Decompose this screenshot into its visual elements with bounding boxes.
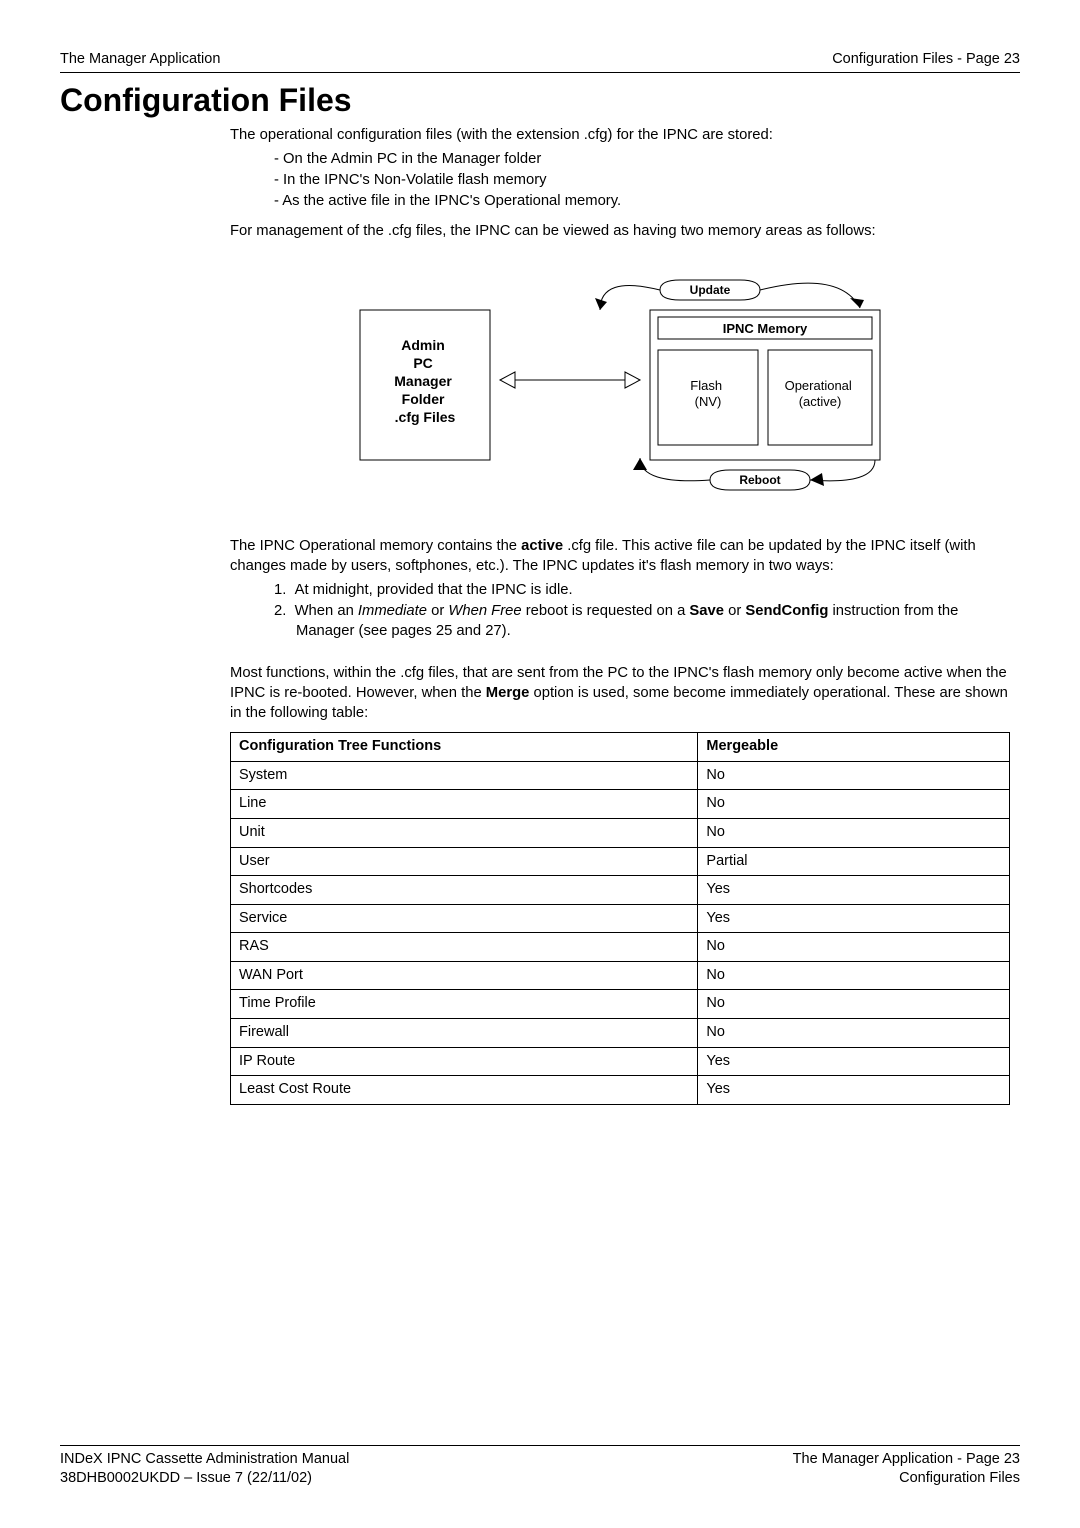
- mgmt-para: For management of the .cfg files, the IP…: [230, 222, 1010, 242]
- list-item: 1. At midnight, provided that the IPNC i…: [274, 581, 1010, 601]
- operational-memory-para: The IPNC Operational memory contains the…: [230, 537, 1010, 577]
- table-cell: IP Route: [231, 1047, 698, 1076]
- table-header-row: Configuration Tree Functions Mergeable: [231, 733, 1010, 762]
- list-item: On the Admin PC in the Manager folder: [274, 150, 1010, 170]
- page-title: Configuration Files: [60, 79, 1020, 122]
- table-cell: No: [698, 1018, 1010, 1047]
- table-cell: Unit: [231, 819, 698, 848]
- intro-para: The operational configuration files (wit…: [230, 126, 1010, 146]
- table-cell: Firewall: [231, 1018, 698, 1047]
- table-cell: No: [698, 790, 1010, 819]
- table-cell: WAN Port: [231, 961, 698, 990]
- table-cell: Yes: [698, 1047, 1010, 1076]
- table-cell: No: [698, 961, 1010, 990]
- table-cell: Least Cost Route: [231, 1076, 698, 1105]
- svg-text:Flash (NV): Flash (NV): [690, 378, 725, 409]
- table-cell: Yes: [698, 904, 1010, 933]
- svg-text:Reboot: Reboot: [739, 473, 780, 487]
- table-cell: Yes: [698, 1076, 1010, 1105]
- table-row: UserPartial: [231, 847, 1010, 876]
- table-row: IP RouteYes: [231, 1047, 1010, 1076]
- table-row: FirewallNo: [231, 1018, 1010, 1047]
- table-cell: Partial: [698, 847, 1010, 876]
- svg-text:Update: Update: [690, 283, 731, 297]
- svg-text:IPNC Memory: IPNC Memory: [723, 321, 808, 336]
- header-right: Configuration Files - Page 23: [832, 50, 1020, 70]
- table-row: ServiceYes: [231, 904, 1010, 933]
- table-cell: No: [698, 933, 1010, 962]
- update-ways-list: 1. At midnight, provided that the IPNC i…: [230, 581, 1010, 643]
- table-cell: Yes: [698, 876, 1010, 905]
- table-header: Configuration Tree Functions: [231, 733, 698, 762]
- list-item: As the active file in the IPNC's Operati…: [274, 192, 1010, 212]
- table-cell: Shortcodes: [231, 876, 698, 905]
- table-cell: No: [698, 819, 1010, 848]
- mergeable-table: Configuration Tree Functions Mergeable S…: [230, 732, 1010, 1104]
- table-row: RASNo: [231, 933, 1010, 962]
- page-footer: INDeX IPNC Cassette Administration Manua…: [60, 1445, 1020, 1488]
- table-cell: RAS: [231, 933, 698, 962]
- merge-para: Most functions, within the .cfg files, t…: [230, 664, 1010, 724]
- table-row: UnitNo: [231, 819, 1010, 848]
- table-cell: User: [231, 847, 698, 876]
- table-row: SystemNo: [231, 761, 1010, 790]
- table-cell: Time Profile: [231, 990, 698, 1019]
- table-row: LineNo: [231, 790, 1010, 819]
- table-row: WAN PortNo: [231, 961, 1010, 990]
- svg-text:Admin PC Manag: Admin PC Manager Folder .cfg Files: [394, 337, 455, 425]
- footer-left: INDeX IPNC Cassette Administration Manua…: [60, 1450, 349, 1488]
- table-cell: Service: [231, 904, 698, 933]
- list-item: In the IPNC's Non-Volatile flash memory: [274, 171, 1010, 191]
- table-row: Time ProfileNo: [231, 990, 1010, 1019]
- table-cell: No: [698, 990, 1010, 1019]
- table-row: ShortcodesYes: [231, 876, 1010, 905]
- page-header: The Manager Application Configuration Fi…: [60, 50, 1020, 73]
- footer-right: The Manager Application - Page 23 Config…: [793, 1450, 1020, 1488]
- list-item: 2. When an Immediate or When Free reboot…: [274, 602, 1010, 642]
- memory-diagram: Admin PC Manager Folder .cfg Files IPNC …: [230, 260, 1010, 507]
- table-cell: System: [231, 761, 698, 790]
- header-left: The Manager Application: [60, 50, 220, 70]
- stored-list: On the Admin PC in the Manager folder In…: [230, 150, 1010, 212]
- table-row: Least Cost RouteYes: [231, 1076, 1010, 1105]
- table-cell: No: [698, 761, 1010, 790]
- table-header: Mergeable: [698, 733, 1010, 762]
- table-cell: Line: [231, 790, 698, 819]
